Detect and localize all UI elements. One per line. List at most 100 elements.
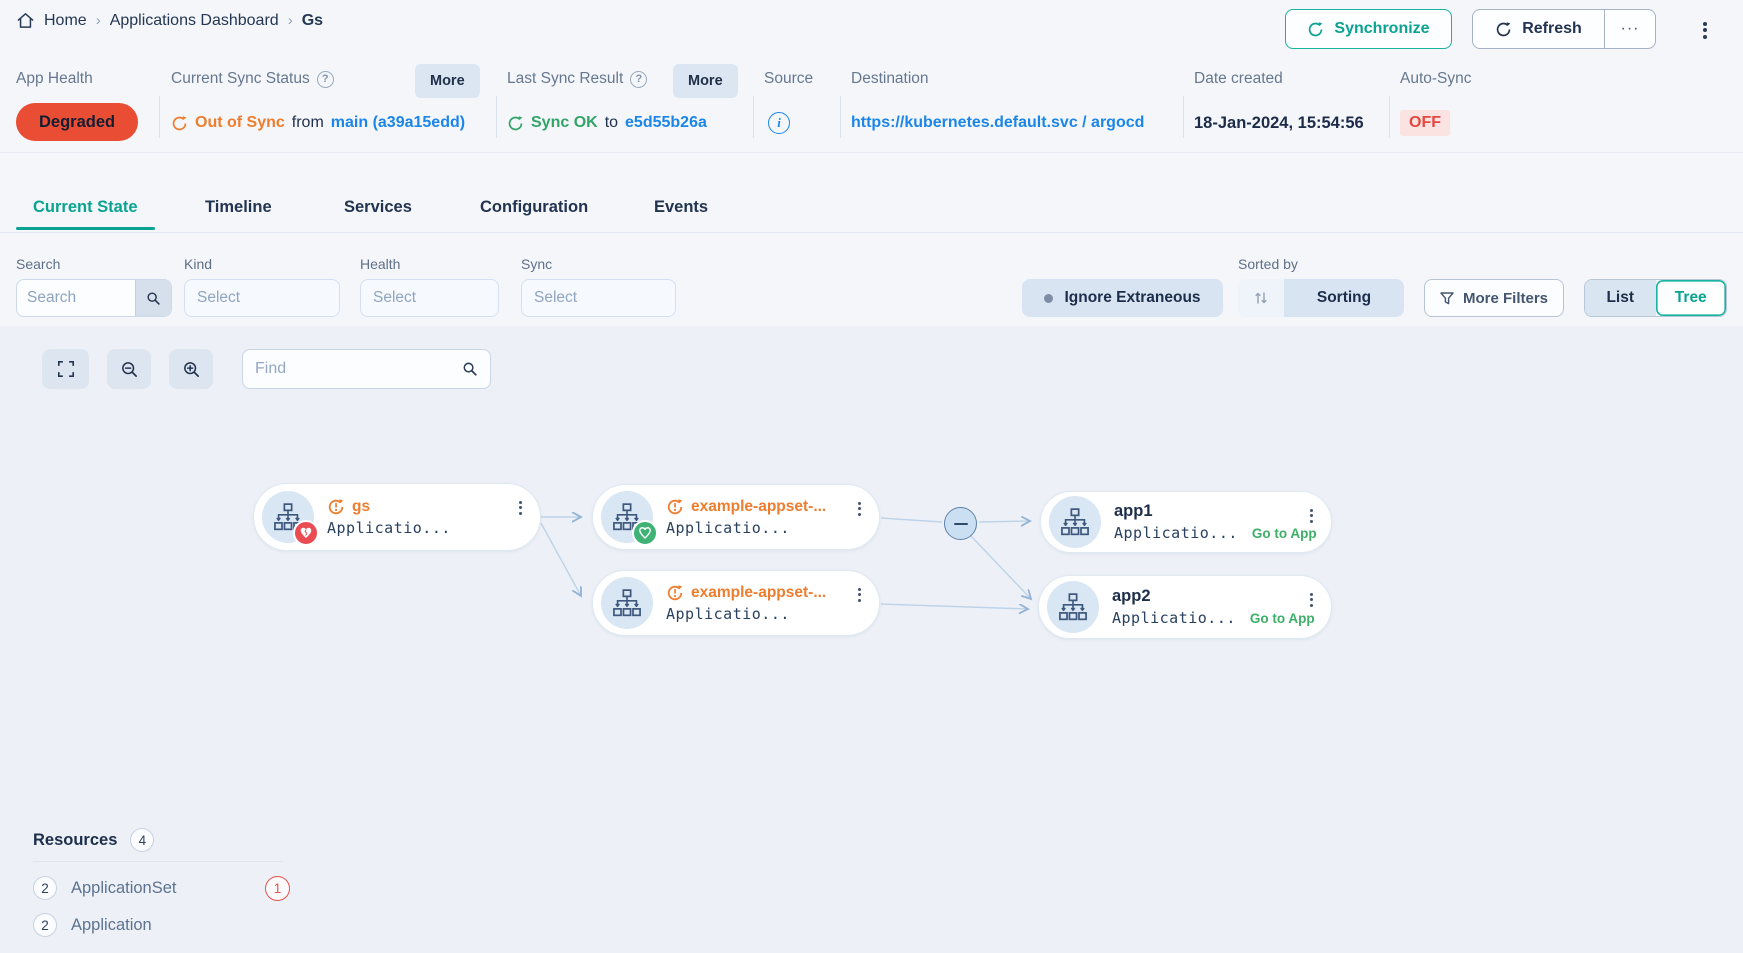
application-dashboard-page: Home › Applications Dashboard › Gs Synch… — [0, 0, 1743, 953]
app-health-badge: Degraded — [16, 103, 138, 141]
destination-label: Destination — [851, 70, 929, 88]
tab-timeline[interactable]: Timeline — [205, 198, 272, 217]
sort-icon — [1253, 290, 1269, 306]
destination-link[interactable]: https://kubernetes.default.svc / argocd — [851, 114, 1144, 132]
divider — [33, 861, 283, 862]
resource-alert-badge[interactable]: 1 — [265, 876, 290, 901]
source-label: Source — [764, 70, 813, 88]
sorting-button[interactable]: Sorting — [1238, 279, 1404, 317]
kebab-menu-icon[interactable] — [1306, 504, 1317, 527]
applicationset-icon — [601, 577, 653, 629]
out-of-sync-icon — [327, 498, 345, 516]
breadcrumb: Home › Applications Dashboard › Gs — [16, 11, 323, 30]
chevron-separator-icon: › — [96, 12, 101, 29]
breadcrumb-applications-dashboard[interactable]: Applications Dashboard — [110, 12, 279, 30]
search-input[interactable] — [17, 280, 135, 316]
current-sync-status-label: Current Sync Status ? — [171, 70, 334, 88]
tab-services[interactable]: Services — [344, 198, 412, 217]
node-name: example-appset-... — [691, 584, 826, 602]
find-input[interactable] — [255, 360, 454, 378]
node-name: app2 — [1112, 587, 1151, 606]
synchronize-button[interactable]: Synchronize — [1285, 9, 1452, 49]
view-toggle: List Tree — [1584, 279, 1727, 317]
health-select[interactable]: Select — [360, 279, 499, 317]
breadcrumb-home[interactable]: Home — [44, 12, 87, 30]
sync-icon — [1307, 21, 1324, 38]
node-name: app1 — [1114, 502, 1153, 521]
last-sync-revision-link[interactable]: e5d55b26a — [625, 114, 707, 132]
toggle-dot-icon — [1044, 294, 1053, 303]
resource-kind-label: Application — [71, 916, 152, 935]
help-icon[interactable]: ? — [630, 71, 647, 88]
refresh-icon — [1495, 21, 1512, 38]
auto-sync-status-badge: OFF — [1400, 110, 1450, 136]
kebab-menu-icon[interactable] — [515, 496, 526, 519]
collapse-group-button[interactable] — [944, 507, 977, 540]
health-healthy-badge — [632, 520, 658, 546]
tab-events[interactable]: Events — [654, 198, 708, 217]
out-of-sync-icon — [666, 498, 684, 516]
search-icon — [146, 291, 161, 306]
resource-row-application[interactable]: 2 Application — [33, 913, 152, 937]
sync-filter-label: Sync — [521, 256, 552, 272]
node-name: example-appset-... — [691, 498, 826, 516]
refresh-button-group: Refresh ··· — [1472, 9, 1656, 49]
applicationset-icon — [601, 491, 653, 543]
tree-view-canvas — [0, 326, 1743, 953]
graph-node-gs[interactable]: gs Applicatio... — [253, 483, 541, 551]
resources-title: Resources — [33, 831, 117, 850]
kebab-menu-icon[interactable] — [1306, 588, 1317, 611]
node-kind: Applicatio... — [1112, 609, 1236, 627]
view-toggle-list[interactable]: List — [1585, 280, 1656, 316]
sync-select[interactable]: Select — [521, 279, 676, 317]
refresh-more-options-button[interactable]: ··· — [1604, 10, 1655, 48]
resource-row-applicationset[interactable]: 2 ApplicationSet — [33, 876, 177, 900]
current-sync-status-value: Out of Sync from main (a39a15edd) — [171, 108, 465, 138]
resource-kind-label: ApplicationSet — [71, 879, 177, 898]
current-sync-more-button[interactable]: More — [415, 64, 480, 98]
go-to-app-link[interactable]: Go to App — [1250, 611, 1315, 626]
graph-node-app1[interactable]: app1 Applicatio... Go to App — [1040, 491, 1332, 553]
last-sync-result-value: Sync OK to e5d55b26a — [507, 108, 707, 138]
date-created-value: 18-Jan-2024, 15:54:56 — [1194, 114, 1364, 133]
graph-node-appset-1[interactable]: example-appset-... Applicatio... — [592, 484, 880, 550]
broken-heart-icon — [299, 526, 313, 540]
fullscreen-button[interactable] — [42, 349, 89, 389]
info-icon[interactable]: i — [768, 112, 790, 134]
refresh-button[interactable]: Refresh — [1473, 10, 1604, 48]
view-toggle-tree[interactable]: Tree — [1656, 280, 1727, 316]
kebab-menu-icon[interactable] — [854, 497, 865, 520]
graph-node-appset-2[interactable]: example-appset-... Applicatio... — [592, 570, 880, 636]
go-to-app-link[interactable]: Go to App — [1252, 526, 1317, 541]
zoom-out-icon — [120, 360, 139, 379]
ignore-extraneous-toggle[interactable]: Ignore Extraneous — [1022, 279, 1223, 317]
last-sync-result-label: Last Sync Result ? — [507, 70, 647, 88]
breadcrumb-current-app: Gs — [302, 12, 323, 30]
help-icon[interactable]: ? — [317, 71, 334, 88]
node-kind: Applicatio... — [1114, 524, 1238, 542]
zoom-in-button[interactable] — [169, 349, 213, 389]
zoom-in-icon — [182, 360, 201, 379]
app-health-label: App Health — [16, 70, 93, 88]
zoom-out-button[interactable] — [107, 349, 151, 389]
more-filters-button[interactable]: More Filters — [1424, 279, 1564, 317]
home-icon[interactable] — [16, 11, 35, 30]
graph-node-app2[interactable]: app2 Applicatio... Go to App — [1038, 575, 1332, 639]
kebab-menu-icon[interactable] — [1697, 18, 1713, 42]
resources-total-badge: 4 — [130, 828, 154, 852]
out-of-sync-icon — [666, 584, 684, 602]
tab-configuration[interactable]: Configuration — [480, 198, 588, 217]
resource-count-badge: 2 — [33, 876, 57, 900]
out-of-sync-icon — [171, 115, 188, 132]
kind-select[interactable]: Select — [184, 279, 340, 317]
status-bar: App Health Degraded Current Sync Status … — [0, 56, 1743, 153]
tab-current-state[interactable]: Current State — [33, 198, 138, 217]
sync-ok-icon — [507, 115, 524, 132]
node-kind: Applicatio... — [327, 519, 451, 537]
last-sync-more-button[interactable]: More — [673, 64, 738, 98]
applicationset-icon — [262, 491, 314, 543]
minus-icon — [954, 523, 968, 525]
search-button[interactable] — [135, 280, 171, 316]
kebab-menu-icon[interactable] — [854, 583, 865, 606]
current-sync-revision-link[interactable]: main (a39a15edd) — [331, 114, 465, 132]
